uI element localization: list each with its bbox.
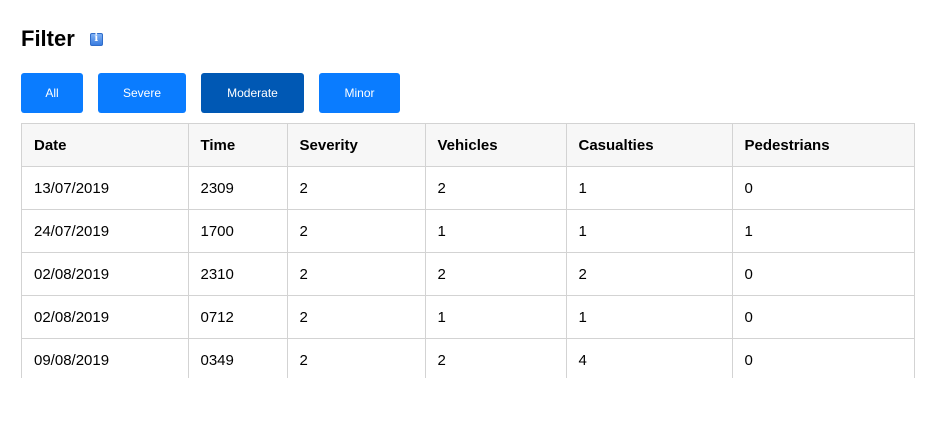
- cell-severity: 2: [287, 295, 426, 339]
- cell-casualties: 4: [566, 338, 733, 378]
- cell-pedestrians: 1: [732, 209, 914, 253]
- page-title: Filter: [21, 26, 75, 51]
- table-row: 13/07/2019 2309 2 2 1 0: [22, 166, 914, 210]
- column-header-casualties[interactable]: Casualties: [566, 124, 733, 167]
- cell-date: 02/08/2019: [22, 252, 189, 296]
- cell-time: 2310: [188, 252, 288, 296]
- table-row: 02/08/2019 0712 2 1 1 0: [22, 295, 914, 339]
- cell-casualties: 2: [566, 252, 733, 296]
- accident-table: Date Time Severity Vehicles Casualties P…: [22, 124, 914, 378]
- table-row: 02/08/2019 2310 2 2 2 0: [22, 252, 914, 296]
- cell-severity: 2: [287, 338, 426, 378]
- info-icon[interactable]: i: [89, 32, 103, 46]
- table-row: 24/07/2019 1700 2 1 1 1: [22, 209, 914, 253]
- cell-vehicles: 1: [425, 209, 567, 253]
- cell-casualties: 1: [566, 209, 733, 253]
- table-header-row: Date Time Severity Vehicles Casualties P…: [22, 124, 914, 167]
- cell-date: 02/08/2019: [22, 295, 189, 339]
- cell-casualties: 1: [566, 166, 733, 210]
- column-header-pedestrians[interactable]: Pedestrians: [732, 124, 914, 167]
- column-header-time[interactable]: Time: [188, 124, 288, 167]
- cell-date: 24/07/2019: [22, 209, 189, 253]
- page: Filter i All Severe Moderate Minor Date …: [0, 0, 925, 425]
- cell-time: 0349: [188, 338, 288, 378]
- table-row: 09/08/2019 0349 2 2 4 0: [22, 338, 914, 378]
- filter-header: Filter i: [21, 26, 103, 52]
- cell-date: 13/07/2019: [22, 166, 189, 210]
- filter-moderate-button[interactable]: Moderate: [201, 73, 304, 113]
- accident-table-container[interactable]: Date Time Severity Vehicles Casualties P…: [21, 123, 915, 378]
- cell-severity: 2: [287, 209, 426, 253]
- column-header-severity[interactable]: Severity: [287, 124, 426, 167]
- filter-severe-button[interactable]: Severe: [98, 73, 186, 113]
- cell-vehicles: 1: [425, 295, 567, 339]
- cell-time: 0712: [188, 295, 288, 339]
- filter-minor-button[interactable]: Minor: [319, 73, 400, 113]
- column-header-date[interactable]: Date: [22, 124, 189, 167]
- cell-vehicles: 2: [425, 338, 567, 378]
- cell-pedestrians: 0: [732, 166, 914, 210]
- cell-severity: 2: [287, 166, 426, 210]
- cell-casualties: 1: [566, 295, 733, 339]
- cell-pedestrians: 0: [732, 252, 914, 296]
- cell-time: 2309: [188, 166, 288, 210]
- cell-pedestrians: 0: [732, 338, 914, 378]
- cell-pedestrians: 0: [732, 295, 914, 339]
- cell-vehicles: 2: [425, 166, 567, 210]
- severity-filter-buttons: All Severe Moderate Minor: [21, 73, 415, 113]
- cell-vehicles: 2: [425, 252, 567, 296]
- cell-time: 1700: [188, 209, 288, 253]
- cell-severity: 2: [287, 252, 426, 296]
- cell-date: 09/08/2019: [22, 338, 189, 378]
- column-header-vehicles[interactable]: Vehicles: [425, 124, 567, 167]
- filter-all-button[interactable]: All: [21, 73, 83, 113]
